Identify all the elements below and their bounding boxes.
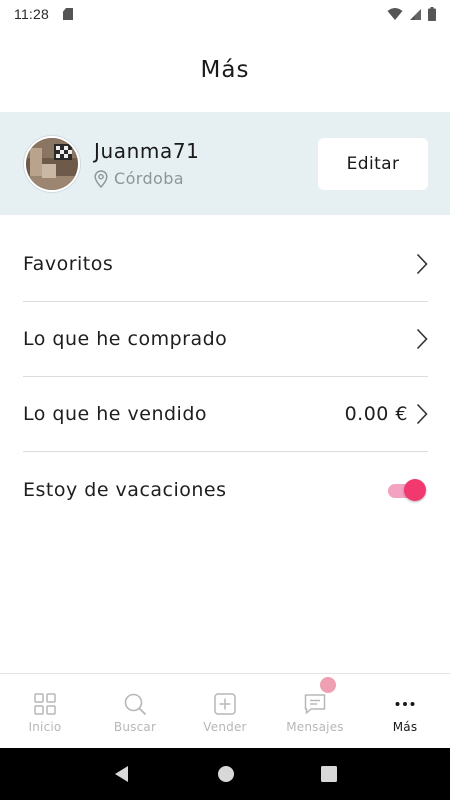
recents-icon[interactable] [321, 766, 337, 782]
wifi-icon [387, 8, 403, 20]
page-title: Más [200, 57, 250, 83]
nav-item-mensajes[interactable]: Mensajes [270, 674, 360, 748]
toggle-thumb [404, 478, 426, 501]
sd-card-icon [63, 8, 73, 20]
nav-label: Buscar [113, 720, 157, 734]
nav-item-inicio[interactable]: Inicio [0, 674, 90, 748]
menu-item-favoritos[interactable]: Favoritos [23, 227, 428, 302]
menu-item-label: Lo que he comprado [23, 328, 228, 350]
nav-label: Inicio [28, 720, 62, 734]
menu-item-label: Favoritos [23, 253, 114, 275]
home-icon[interactable] [217, 765, 235, 783]
chevron-right-icon [416, 403, 428, 425]
nav-item-vender[interactable]: Vender [180, 674, 270, 748]
plus-square-icon [214, 693, 236, 715]
profile-card: Juanma71 Córdoba Editar [0, 112, 450, 215]
nav-label: Mensajes [286, 720, 344, 734]
status-bar: 11:28 [0, 0, 450, 28]
system-nav-bar [0, 748, 450, 800]
profile-info: Juanma71 Córdoba [94, 139, 200, 188]
chevron-right-icon [416, 328, 428, 350]
edit-profile-button[interactable]: Editar [318, 137, 428, 190]
status-time: 11:28 [14, 6, 49, 22]
profile-location-label: Córdoba [114, 169, 184, 188]
chevron-right-icon [416, 253, 428, 275]
sold-total-value: 0.00 € [344, 403, 408, 425]
page-header: Más [0, 28, 450, 112]
back-icon[interactable] [113, 765, 131, 783]
more-dots-icon [395, 702, 415, 706]
menu-item-label: Lo que he vendido [23, 403, 208, 425]
status-icons [387, 7, 436, 21]
profile-location: Córdoba [94, 169, 200, 188]
unread-badge [320, 677, 336, 693]
nav-item-buscar[interactable]: Buscar [90, 674, 180, 748]
avatar[interactable] [24, 135, 80, 192]
menu-item-vacaciones: Estoy de vacaciones [23, 452, 428, 527]
nav-label: Vender [203, 720, 247, 734]
signal-icon [410, 8, 421, 20]
nav-label: Más [392, 720, 418, 734]
menu-item-comprado[interactable]: Lo que he comprado [23, 302, 428, 377]
vacation-toggle[interactable] [388, 478, 426, 501]
nav-item-mas[interactable]: Más [360, 674, 450, 748]
battery-icon [428, 7, 436, 21]
message-icon [304, 694, 326, 714]
search-icon [124, 693, 147, 716]
location-pin-icon [94, 169, 108, 188]
profile-username: Juanma71 [94, 139, 200, 163]
menu-item-vendido[interactable]: Lo que he vendido 0.00 € [23, 377, 428, 452]
bottom-nav: Inicio Buscar Vender Mensajes Más [0, 673, 450, 748]
avatar-photo [26, 137, 78, 190]
grid-icon [34, 693, 56, 715]
menu-item-label: Estoy de vacaciones [23, 478, 227, 501]
settings-menu: Favoritos Lo que he comprado Lo que he v… [23, 227, 428, 527]
